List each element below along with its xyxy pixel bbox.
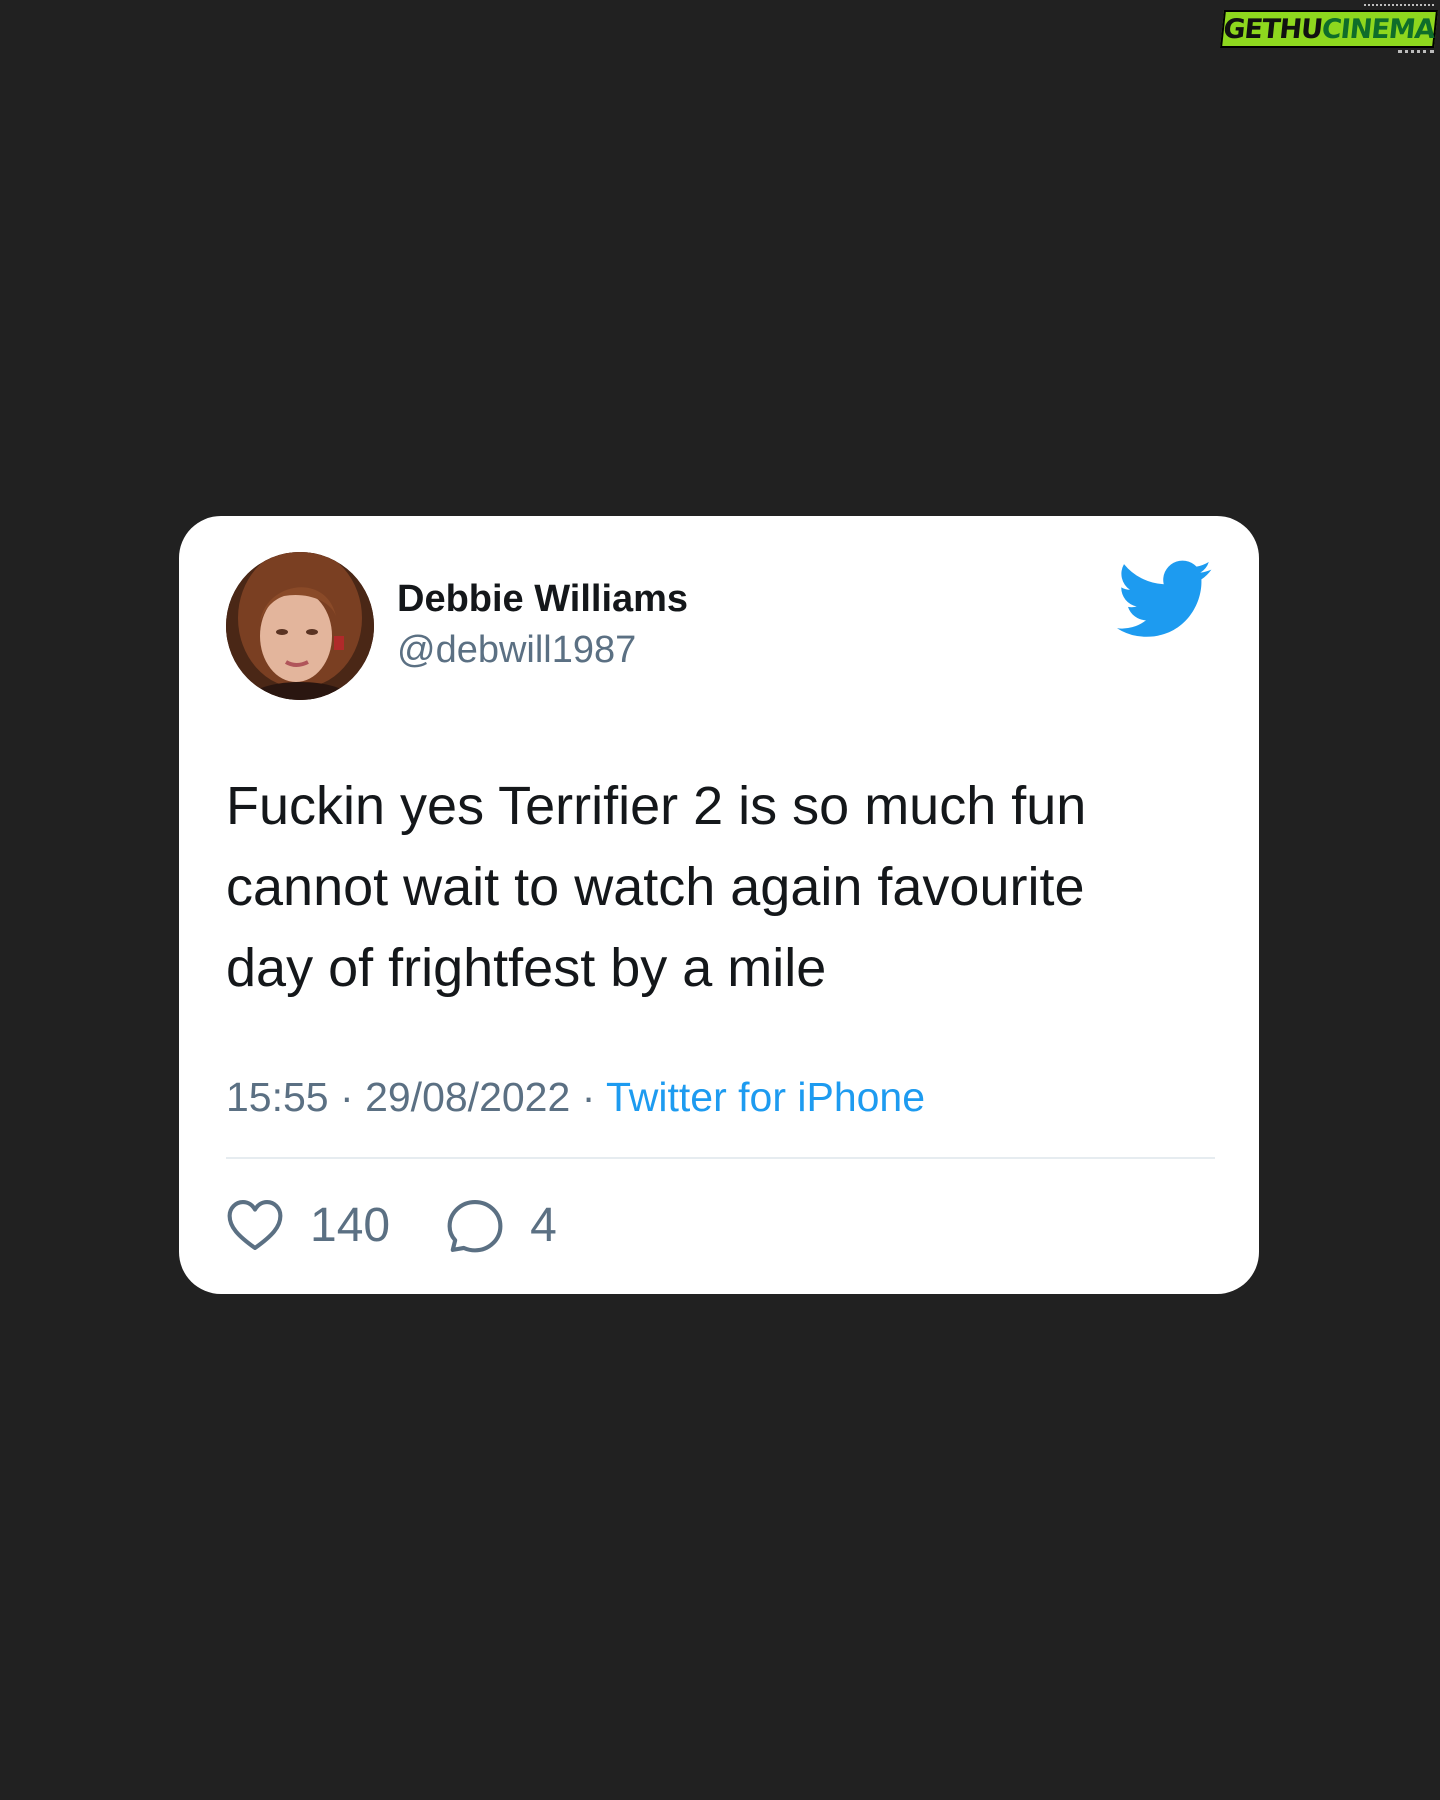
like-count: 140 <box>310 1198 391 1252</box>
avatar[interactable] <box>226 552 374 700</box>
tweet-source-link[interactable]: Twitter for iPhone <box>606 1074 925 1120</box>
watermark-film-reel-bottom <box>1398 50 1434 59</box>
user-display-name[interactable]: Debbie Williams <box>397 578 688 621</box>
meta-separator: · <box>340 1074 354 1120</box>
tweet-card: Debbie Williams @debwill1987 Fuckin yes … <box>179 516 1259 1294</box>
tweet-meta: 15:55 · 29/08/2022 · Twitter for iPhone <box>226 1074 925 1121</box>
reply-button[interactable]: 4 <box>446 1197 557 1253</box>
gethu-cinema-watermark-logo: GETHU CINEMA <box>1220 10 1438 48</box>
twitter-bird-icon <box>1117 560 1212 637</box>
meta-separator: · <box>581 1074 596 1120</box>
tweet-time[interactable]: 15:55 <box>226 1074 329 1120</box>
like-button[interactable]: 140 <box>226 1198 390 1253</box>
tweet-date[interactable]: 29/08/2022 <box>365 1074 570 1120</box>
user-handle[interactable]: @debwill1987 <box>397 629 636 672</box>
reply-count: 4 <box>530 1198 557 1252</box>
heart-icon <box>227 1199 283 1251</box>
tweet-text-line: Fuckin yes Terrifier 2 is so much fun <box>226 776 1087 836</box>
watermark-text-cinema: CINEMA <box>1320 13 1437 45</box>
tweet-actions: 140 4 <box>226 1197 557 1253</box>
tweet-text-line: cannot wait to watch again favourite <box>226 857 1085 917</box>
divider <box>226 1157 1215 1159</box>
watermark-text-gethu: GETHU <box>1221 13 1324 45</box>
tweet-text: Fuckin yes Terrifier 2 is so much fun ca… <box>226 766 1226 1009</box>
tweet-text-line: day of frightfest by a mile <box>226 938 827 998</box>
speech-bubble-icon <box>447 1199 503 1253</box>
avatar-photo <box>226 552 374 700</box>
